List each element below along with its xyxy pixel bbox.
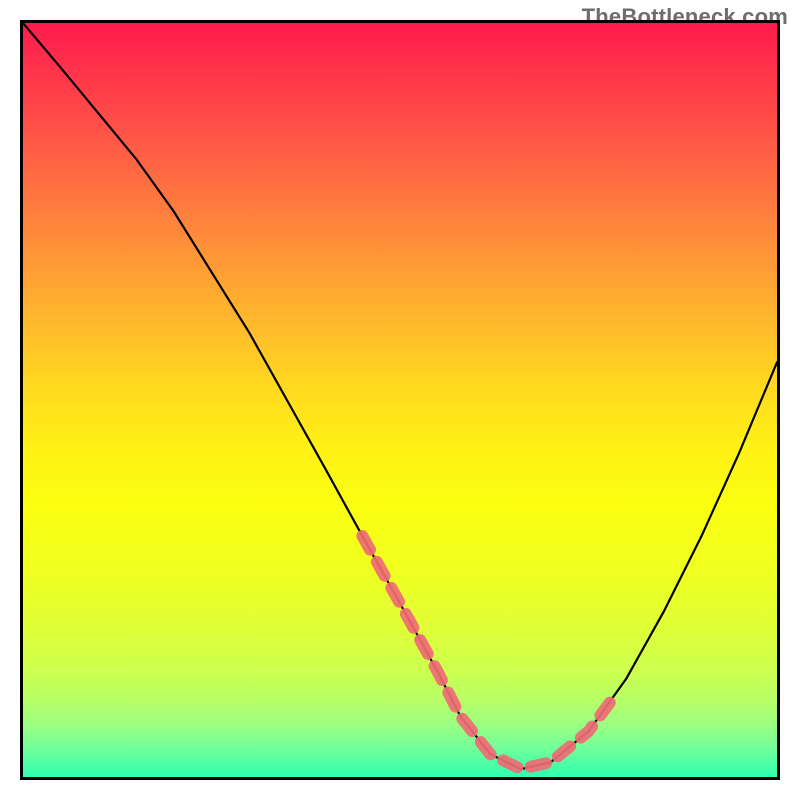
chart-stage: TheBottleneck.com bbox=[0, 0, 800, 800]
highlight-segment bbox=[362, 536, 611, 769]
curve-layer bbox=[23, 23, 777, 777]
bottleneck-curve bbox=[23, 23, 777, 769]
plot-frame bbox=[20, 20, 780, 780]
